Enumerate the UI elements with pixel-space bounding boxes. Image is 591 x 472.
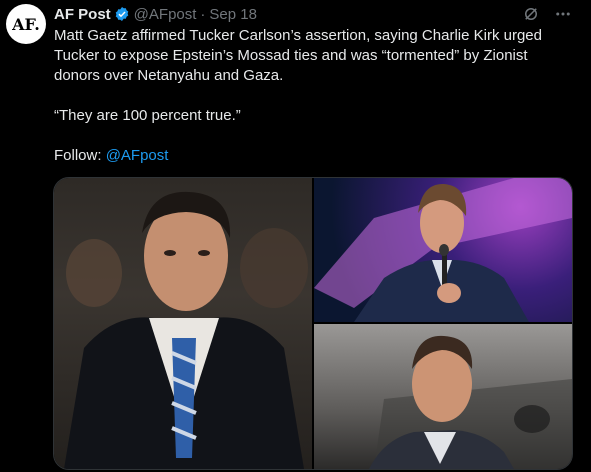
post-quote: “They are 100 percent true.” bbox=[54, 107, 241, 124]
post-date[interactable]: Sep 18 bbox=[209, 6, 257, 23]
media-grid bbox=[53, 177, 573, 470]
tweet[interactable]: AF. AF Post @AFpost · Sep 18 Matt Gaetz … bbox=[0, 0, 591, 472]
follow-line: Follow: @AFpost bbox=[54, 146, 574, 166]
media-image-3[interactable] bbox=[314, 324, 572, 469]
post-body: Matt Gaetz affirmed Tucker Carlson’s ass… bbox=[54, 26, 574, 166]
author-name[interactable]: AF Post bbox=[54, 6, 111, 23]
verified-badge-icon[interactable] bbox=[114, 6, 130, 22]
post-text: Matt Gaetz affirmed Tucker Carlson’s ass… bbox=[54, 27, 542, 84]
avatar[interactable]: AF. bbox=[6, 4, 46, 44]
grok-icon[interactable] bbox=[521, 4, 541, 24]
media-image-1[interactable] bbox=[54, 178, 312, 469]
media-image-2[interactable] bbox=[314, 178, 572, 322]
separator: · bbox=[200, 5, 206, 23]
tweet-header: AF Post @AFpost · Sep 18 bbox=[54, 4, 257, 24]
author-handle[interactable]: @AFpost bbox=[134, 6, 197, 23]
follow-link[interactable]: @AFpost bbox=[106, 147, 169, 164]
follow-label: Follow: bbox=[54, 147, 106, 164]
more-icon[interactable] bbox=[553, 4, 573, 24]
top-actions bbox=[521, 4, 573, 24]
